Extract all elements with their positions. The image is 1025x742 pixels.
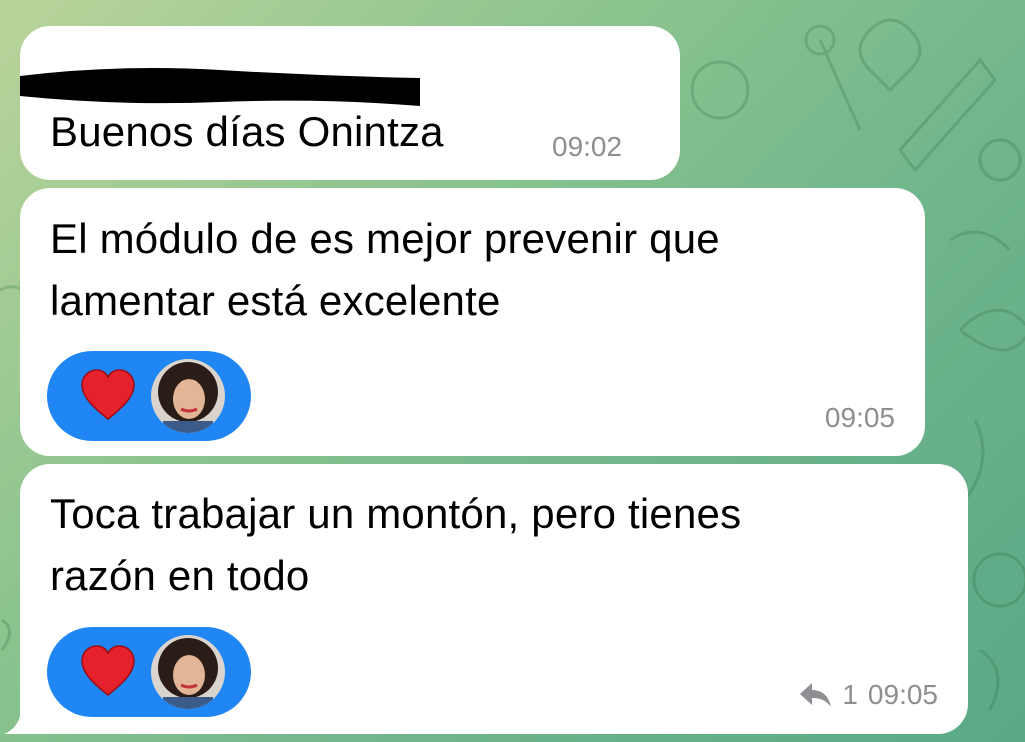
message-text: El módulo de es mejor prevenir que lamen… xyxy=(50,208,720,332)
reply-arrow-icon[interactable] xyxy=(798,681,832,709)
reaction-pill[interactable] xyxy=(47,627,251,717)
heart-icon xyxy=(81,369,135,420)
message-text: Toca trabajar un montón, pero tienes raz… xyxy=(50,483,741,607)
reply-count[interactable]: 1 xyxy=(842,678,858,712)
message-text: Buenos días Onintza xyxy=(50,108,444,155)
message-meta: 1 09:05 xyxy=(798,678,938,712)
reaction-pill[interactable] xyxy=(47,351,251,441)
bubble-tail xyxy=(4,706,34,734)
message-bubble[interactable]: El módulo de es mejor prevenir que lamen… xyxy=(20,188,925,456)
message-timestamp: 09:02 xyxy=(552,131,623,162)
avatar[interactable] xyxy=(151,359,225,433)
message-timestamp: 09:05 xyxy=(867,679,938,710)
message-bubble[interactable]: Toca trabajar un montón, pero tienes raz… xyxy=(20,464,968,734)
message-text-line: razón en todo xyxy=(50,552,310,599)
message-text-line: Toca trabajar un montón, pero tienes xyxy=(50,490,742,537)
heart-icon xyxy=(81,645,135,696)
message-text-line: El módulo de es mejor prevenir que xyxy=(50,215,720,262)
message-timestamp: 09:05 xyxy=(824,402,895,433)
message-bubble[interactable]: Buenos días Onintza 09:02 xyxy=(20,26,680,180)
message-text-line: lamentar está excelente xyxy=(50,277,501,324)
avatar[interactable] xyxy=(151,635,225,709)
